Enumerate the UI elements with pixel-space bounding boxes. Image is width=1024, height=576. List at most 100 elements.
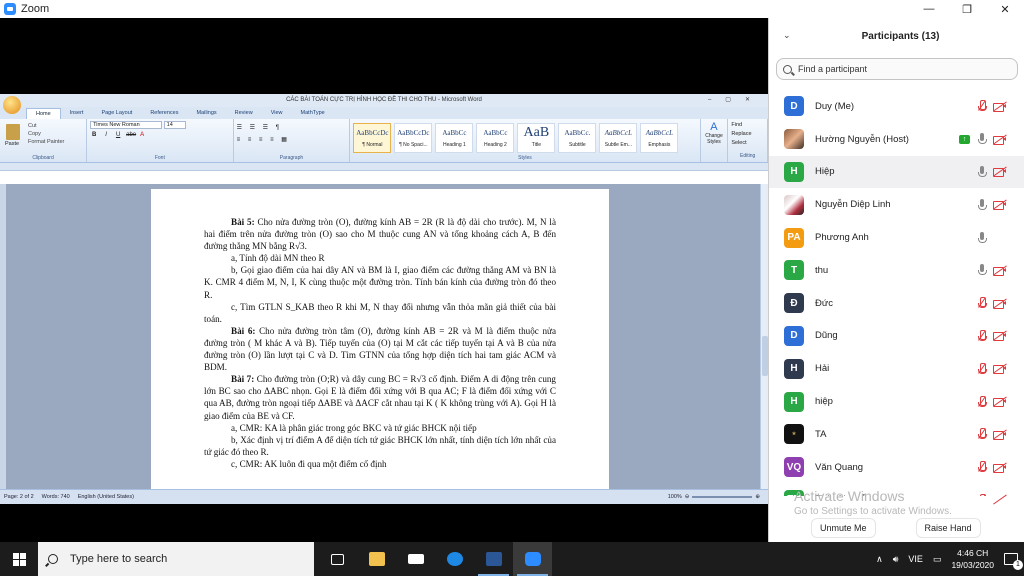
- taskbar-search[interactable]: Type here to search: [38, 542, 314, 576]
- mic-muted-icon: [978, 297, 987, 309]
- format-painter-button[interactable]: Format Painter: [28, 138, 64, 146]
- avatar: Đ: [784, 293, 804, 314]
- mail-button[interactable]: [396, 542, 435, 576]
- zoom-taskbar-button[interactable]: [513, 542, 552, 576]
- word-count[interactable]: Words: 740: [42, 494, 70, 500]
- notifications-icon[interactable]: 1: [1004, 553, 1023, 570]
- font-color-button[interactable]: A: [140, 132, 144, 138]
- quick-access-toolbar[interactable]: [0, 163, 768, 171]
- word-window-controls[interactable]: –▢✕: [708, 94, 764, 107]
- document-page[interactable]: Bài 5: Cho nửa đường tròn (O), đường kín…: [151, 189, 609, 489]
- font-size-select[interactable]: 14: [163, 121, 186, 129]
- vertical-scrollbar[interactable]: [760, 184, 768, 489]
- participant-row[interactable]: Hhiệp: [769, 385, 1024, 418]
- find-button[interactable]: Find: [731, 121, 764, 130]
- font-group: Times New Roman 14 B I U abe A Font: [87, 119, 234, 162]
- cut-button[interactable]: Cut: [28, 122, 64, 130]
- font-name-select[interactable]: Times New Roman: [90, 121, 163, 129]
- tab-review[interactable]: Review: [226, 108, 262, 119]
- italic-button[interactable]: I: [102, 132, 110, 138]
- style-title[interactable]: AaB Title: [517, 123, 556, 153]
- zoom-in-button[interactable]: ⊕: [755, 494, 760, 500]
- participant-row[interactable]: D Dũng: [769, 320, 1024, 353]
- shared-screen: CÁC BÀI TOÁN CỰC TRỊ HÌNH HỌC ĐỀ THI CHO…: [0, 18, 768, 542]
- avatar: D: [784, 325, 804, 346]
- video-off-icon: [993, 134, 1007, 145]
- participant-row[interactable]: Tthu: [769, 254, 1024, 287]
- collapse-chevron-icon[interactable]: ⌄: [783, 30, 791, 41]
- show-hidden-icons[interactable]: ∧: [876, 554, 883, 565]
- participant-search-input[interactable]: Find a participant: [776, 58, 1018, 80]
- volume-icon[interactable]: 🔊︎: [893, 554, 899, 565]
- activate-windows-subtext: Go to Settings to activate Windows.: [794, 506, 952, 517]
- underline-button[interactable]: U: [114, 132, 122, 138]
- copy-button[interactable]: Copy: [28, 130, 64, 138]
- tab-mathtype[interactable]: MathType: [292, 108, 334, 119]
- participant-name: Hường Nguyễn (Host): [815, 133, 909, 145]
- taskbar: Type here to search ∧ 🔊︎ VIE ▭ 4:46 CH 1…: [0, 542, 1024, 576]
- avatar: D: [784, 96, 804, 117]
- minimize-button[interactable]: —: [910, 0, 948, 18]
- change-styles-button[interactable]: A Change Styles: [701, 119, 729, 162]
- style-no-spacing[interactable]: AaBbCcDc ¶ No Spaci...: [394, 123, 433, 153]
- tab-references[interactable]: References: [141, 108, 187, 119]
- page-count[interactable]: Page: 2 of 2: [4, 494, 34, 500]
- tab-page-layout[interactable]: Page Layout: [92, 108, 141, 119]
- close-button[interactable]: ✕: [986, 0, 1024, 18]
- ribbon-tabs: Home Insert Page Layout References Maili…: [0, 107, 768, 119]
- style-heading-2[interactable]: AaBbCc Heading 2: [476, 123, 515, 153]
- bold-button[interactable]: B: [90, 132, 98, 138]
- zoom-slider[interactable]: [692, 496, 753, 498]
- task-view-button[interactable]: [318, 542, 357, 576]
- mic-icon: [978, 264, 987, 276]
- start-button[interactable]: [0, 542, 38, 576]
- participant-row[interactable]: Nguyễn Diệp Linh: [769, 188, 1024, 221]
- style-name: Heading 2: [483, 142, 507, 148]
- input-language[interactable]: VIE: [908, 554, 923, 564]
- select-button[interactable]: Select: [731, 139, 764, 148]
- zoom-out-button[interactable]: ⊖: [685, 494, 690, 500]
- avatar: T: [784, 260, 804, 281]
- participant-row[interactable]: D Duy (Me): [769, 90, 1024, 123]
- tab-home[interactable]: Home: [26, 108, 61, 119]
- language[interactable]: English (United States): [78, 494, 134, 500]
- style-subtitle[interactable]: AaBbCc. Subtitle: [558, 123, 597, 153]
- maximize-button[interactable]: ❐: [948, 0, 986, 18]
- paragraph-group: ☰ ☰ ☰ ¶ ≡ ≡ ≡ ≡ ▦ Paragraph: [234, 119, 351, 162]
- align-buttons[interactable]: ≡ ≡ ≡ ≡ ▦: [237, 136, 347, 143]
- participant-row[interactable]: PA Phương Anh: [769, 221, 1024, 254]
- clock[interactable]: 4:46 CH 19/03/2020: [951, 547, 994, 571]
- tab-mailings[interactable]: Mailings: [187, 108, 225, 119]
- style-name: ¶ Normal: [362, 142, 383, 148]
- tab-insert[interactable]: Insert: [61, 108, 93, 119]
- mic-muted-icon: [978, 428, 987, 440]
- strikethrough-button[interactable]: abe: [126, 132, 136, 138]
- paragraph-label: Paragraph: [279, 155, 304, 161]
- participant-row[interactable]: Hường Nguyễn (Host) ↑: [769, 123, 1024, 156]
- replace-button[interactable]: Replace: [731, 130, 764, 139]
- style-emphasis[interactable]: AaBbCcL Emphasis: [640, 123, 679, 153]
- participant-row[interactable]: VQ Văn Quang: [769, 451, 1024, 484]
- office-button-icon[interactable]: [3, 96, 21, 114]
- bai5-b: b, Gọi giao điểm của hai dây AN và BM là…: [204, 265, 556, 300]
- style-preview: AaBbCc: [442, 129, 467, 137]
- document-canvas: Bài 5: Cho nửa đường tròn (O), đường kín…: [0, 184, 768, 489]
- paste-icon[interactable]: [6, 124, 20, 140]
- participant-row[interactable]: H Hải: [769, 352, 1024, 385]
- zoom-level[interactable]: 100%: [668, 494, 682, 500]
- tab-view[interactable]: View: [262, 108, 292, 119]
- style-normal[interactable]: AaBbCcDc ¶ Normal: [353, 123, 392, 153]
- list-buttons[interactable]: ☰ ☰ ☰ ¶: [237, 124, 347, 131]
- raise-hand-button[interactable]: Raise Hand: [915, 518, 981, 538]
- participant-row[interactable]: Đ Đức: [769, 287, 1024, 320]
- unmute-me-button[interactable]: Unmute Me: [811, 518, 876, 538]
- word-taskbar-button[interactable]: [474, 542, 513, 576]
- edge-button[interactable]: [435, 542, 474, 576]
- participant-row[interactable]: H Hiệp: [769, 155, 1024, 189]
- style-heading-1[interactable]: AaBbCc Heading 1: [435, 123, 474, 153]
- file-explorer-button[interactable]: [357, 542, 396, 576]
- style-subtle-emphasis[interactable]: AaBbCcL Subtle Em...: [599, 123, 638, 153]
- search-placeholder: Find a participant: [798, 64, 868, 74]
- participant-row[interactable]: ★ TA: [769, 418, 1024, 451]
- keyboard-icon[interactable]: ▭: [933, 554, 942, 565]
